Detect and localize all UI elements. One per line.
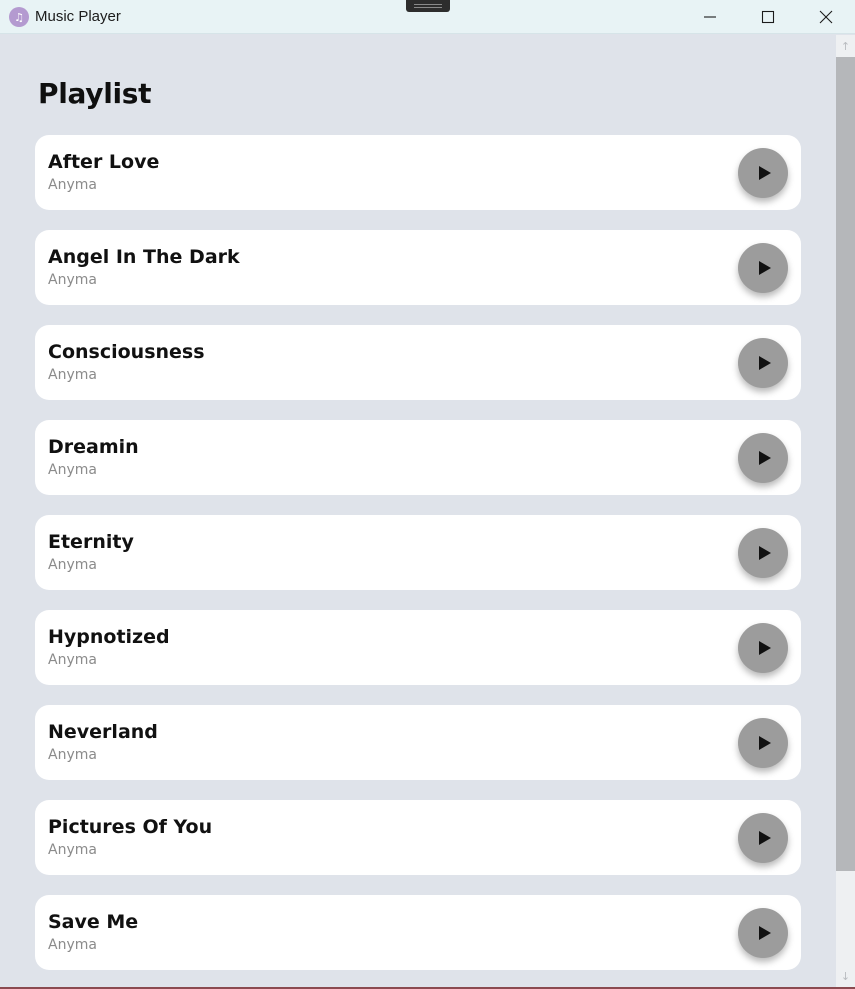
play-icon: [759, 546, 771, 560]
song-title: Neverland: [48, 721, 158, 743]
music-note-icon: ♫: [9, 7, 29, 27]
play-button[interactable]: [738, 813, 788, 863]
song-title: Hypnotized: [48, 626, 170, 648]
title-bar[interactable]: ♫ Music Player: [0, 0, 855, 34]
song-title: Eternity: [48, 531, 134, 553]
play-icon: [759, 451, 771, 465]
vertical-scrollbar[interactable]: ↑ ↓: [836, 35, 855, 989]
close-button[interactable]: [797, 0, 855, 33]
song-artist: Anyma: [48, 652, 97, 668]
play-button[interactable]: [738, 718, 788, 768]
play-icon: [759, 736, 771, 750]
play-icon: [759, 166, 771, 180]
song-artist: Anyma: [48, 842, 97, 858]
song-artist: Anyma: [48, 747, 97, 763]
arrow-down-icon[interactable]: ↓: [839, 969, 852, 983]
playlist-view: Playlist After Love Anyma Angel In The D…: [0, 35, 836, 989]
play-button[interactable]: [738, 623, 788, 673]
play-icon: [759, 641, 771, 655]
minimize-button[interactable]: [681, 0, 739, 33]
close-icon: [819, 10, 833, 23]
play-button[interactable]: [738, 148, 788, 198]
window-title: Music Player: [35, 8, 121, 25]
song-title: Angel In The Dark: [48, 246, 240, 268]
song-card[interactable]: Neverland Anyma: [35, 705, 801, 780]
maximize-icon: [761, 10, 775, 23]
scrollbar-thumb[interactable]: [836, 57, 855, 871]
play-icon: [759, 831, 771, 845]
play-button[interactable]: [738, 433, 788, 483]
arrow-up-icon[interactable]: ↑: [839, 39, 852, 53]
song-card[interactable]: Consciousness Anyma: [35, 325, 801, 400]
page-title: Playlist: [38, 77, 152, 110]
song-artist: Anyma: [48, 557, 97, 573]
play-button[interactable]: [738, 908, 788, 958]
play-icon: [759, 261, 771, 275]
minimize-icon: [704, 15, 716, 18]
song-title: After Love: [48, 151, 160, 173]
song-artist: Anyma: [48, 462, 97, 478]
song-artist: Anyma: [48, 272, 97, 288]
drag-handle[interactable]: [406, 0, 450, 12]
song-card[interactable]: Angel In The Dark Anyma: [35, 230, 801, 305]
song-title: Pictures Of You: [48, 816, 213, 838]
song-card[interactable]: After Love Anyma: [35, 135, 801, 210]
song-title: Consciousness: [48, 341, 205, 363]
song-card[interactable]: Hypnotized Anyma: [35, 610, 801, 685]
play-button[interactable]: [738, 528, 788, 578]
play-button[interactable]: [738, 243, 788, 293]
play-icon: [759, 926, 771, 940]
song-title: Dreamin: [48, 436, 139, 458]
play-icon: [759, 356, 771, 370]
maximize-button[interactable]: [739, 0, 797, 33]
song-card[interactable]: Dreamin Anyma: [35, 420, 801, 495]
song-card[interactable]: Eternity Anyma: [35, 515, 801, 590]
song-card[interactable]: Pictures Of You Anyma: [35, 800, 801, 875]
song-artist: Anyma: [48, 177, 97, 193]
song-card[interactable]: Save Me Anyma: [35, 895, 801, 970]
song-artist: Anyma: [48, 367, 97, 383]
song-title: Save Me: [48, 911, 139, 933]
music-player-window: ♫ Music Player Playlist After Love Anyma: [0, 0, 855, 989]
play-button[interactable]: [738, 338, 788, 388]
song-artist: Anyma: [48, 937, 97, 953]
